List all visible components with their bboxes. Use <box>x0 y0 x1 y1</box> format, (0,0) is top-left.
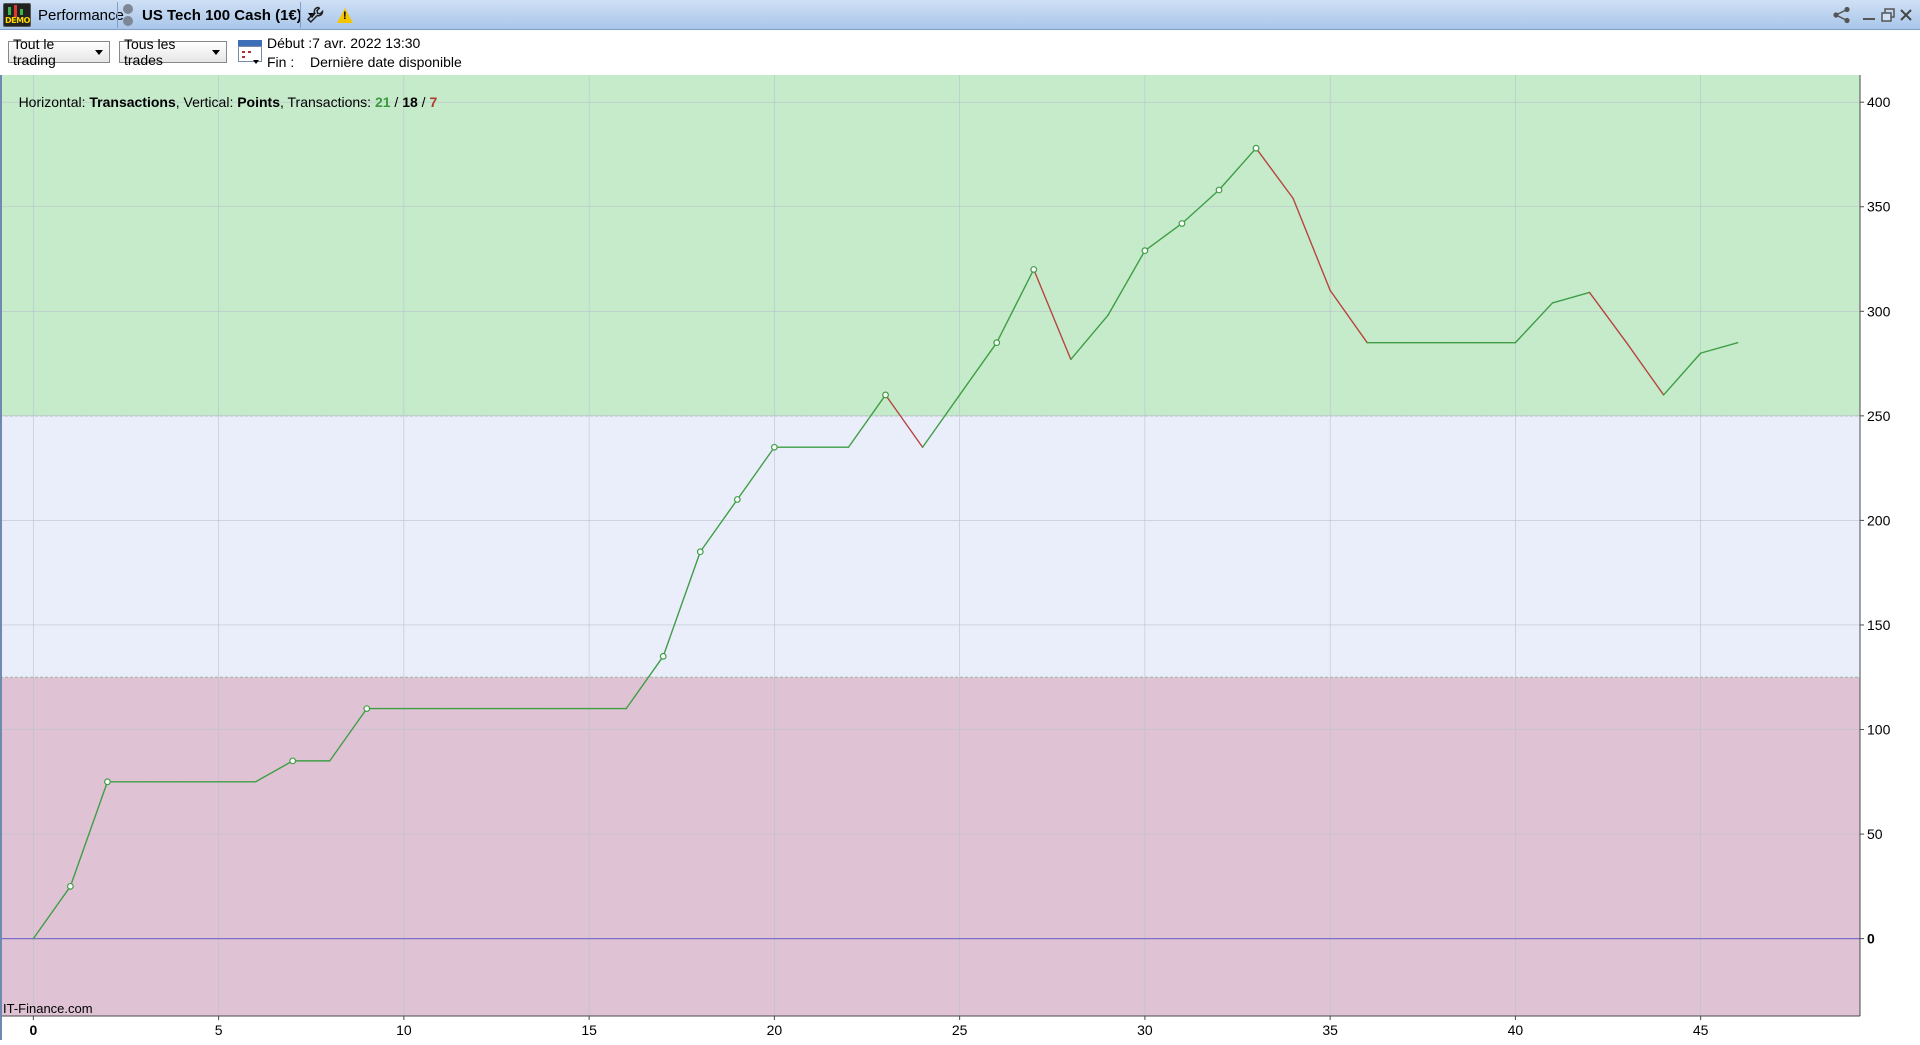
filter-toolbar: Tout le trading Tous les trades Début :7… <box>0 31 1920 75</box>
x-tick-label: 45 <box>1693 1022 1709 1038</box>
trade-point <box>1141 247 1149 255</box>
chevron-down-icon <box>95 49 103 55</box>
x-tick-label: 10 <box>396 1022 412 1038</box>
x-tick-label: 20 <box>767 1022 783 1038</box>
trade-point <box>882 391 889 399</box>
end-label: Fin : <box>267 54 295 70</box>
start-label: Début : <box>267 35 313 51</box>
trade-point <box>104 778 111 786</box>
y-tick-label: 50 <box>1867 826 1883 842</box>
end-value: Dernière date disponible <box>310 54 462 70</box>
zone-band <box>0 75 1860 416</box>
end-date: Fin : <box>267 54 294 70</box>
instrument-icon[interactable] <box>121 0 135 30</box>
trade-point <box>66 882 74 890</box>
transactions-losers: 7 <box>429 94 438 110</box>
x-tick-label: 25 <box>952 1022 968 1038</box>
close-icon[interactable] <box>1896 3 1916 27</box>
end-date-value: Dernière date disponible <box>310 54 462 70</box>
instrument-selector[interactable]: US Tech 100 Cash (1€) <box>142 0 316 30</box>
trade-point <box>733 496 741 503</box>
y-tick-label: 100 <box>1867 722 1891 738</box>
trade-point <box>363 705 371 713</box>
demo-badge-label: DEMO <box>5 16 30 25</box>
transactions-total: 21 <box>374 94 391 110</box>
calendar-icon[interactable] <box>238 40 262 66</box>
trade-point <box>289 757 297 765</box>
y-tick-label: 250 <box>1867 408 1891 424</box>
watermark: IT-Finance.com <box>3 1001 93 1016</box>
x-tick-label: 30 <box>1137 1022 1153 1038</box>
y-tick-label: 150 <box>1867 617 1891 633</box>
x-tick-label: 0 <box>29 1022 37 1038</box>
horizontal-value: Transactions <box>89 94 176 110</box>
chart-svg: 0 5 10 15 20 25 30 35 40 45 0 50 100 150 200 250 300 350 4… <box>0 75 1891 1038</box>
performance-chart: 0 5 10 15 20 25 30 35 40 45 0 50 100 150 200 250 300 350 4… <box>0 75 1920 1040</box>
x-tick-label: 40 <box>1508 1022 1524 1038</box>
y-tick-label: 400 <box>1867 94 1891 110</box>
trade-point <box>1215 186 1223 194</box>
warning-icon[interactable]: ! <box>336 0 354 30</box>
trade-point <box>659 652 667 660</box>
trade-point <box>770 443 778 451</box>
start-value: 7 avr. 2022 13:30 <box>312 35 421 51</box>
trading-filter-dropdown[interactable]: Tout le trading <box>8 36 110 68</box>
trade-point <box>1030 266 1038 273</box>
y-tick-label: 350 <box>1867 199 1891 215</box>
trade-point <box>993 339 1001 347</box>
window-titlebar: DEMO Performance US Tech 100 Cash (1€) ! <box>0 0 1920 30</box>
restore-icon[interactable] <box>1878 3 1898 27</box>
share-icon[interactable] <box>1832 3 1852 27</box>
demo-icon[interactable]: DEMO <box>3 0 33 30</box>
chart-info-bar: Horizontal: Transactions, Vertical: Poin… <box>3 78 438 126</box>
y-tick-label: 0 <box>1867 931 1875 947</box>
trading-filter-label: Tout le trading <box>13 36 56 68</box>
left-ruler <box>0 75 2 1040</box>
horizontal-label: Horizontal: <box>18 94 90 110</box>
start-date: Début :7 avr. 2022 13:30 <box>267 35 420 51</box>
chevron-down-icon <box>212 49 220 55</box>
x-tick-label: 5 <box>215 1022 223 1038</box>
y-tick-label: 300 <box>1867 303 1891 319</box>
vertical-value: Points <box>237 94 280 110</box>
transactions-winners: 18 <box>402 94 418 110</box>
zone-band <box>0 677 1860 1016</box>
trade-point <box>696 548 704 556</box>
transactions-label: , Transactions: <box>280 94 375 110</box>
x-tick-label: 15 <box>581 1022 597 1038</box>
slash-separator: / <box>417 94 430 110</box>
slash-separator: / <box>390 94 403 110</box>
trade-point <box>1252 144 1260 152</box>
zone-band <box>0 415 1860 678</box>
trades-filter-dropdown[interactable]: Tous les trades <box>119 36 227 68</box>
instrument-label: US Tech 100 Cash (1€) <box>142 6 302 24</box>
minimize-icon[interactable] <box>1859 3 1879 27</box>
module-label[interactable]: Performance <box>38 0 124 30</box>
trades-filter-label: Tous les trades <box>124 36 176 68</box>
trade-point <box>1178 220 1186 227</box>
vertical-label: , Vertical: <box>175 94 238 110</box>
y-tick-label: 200 <box>1867 512 1891 528</box>
x-tick-label: 35 <box>1322 1022 1338 1038</box>
wrench-icon[interactable] <box>306 0 324 30</box>
